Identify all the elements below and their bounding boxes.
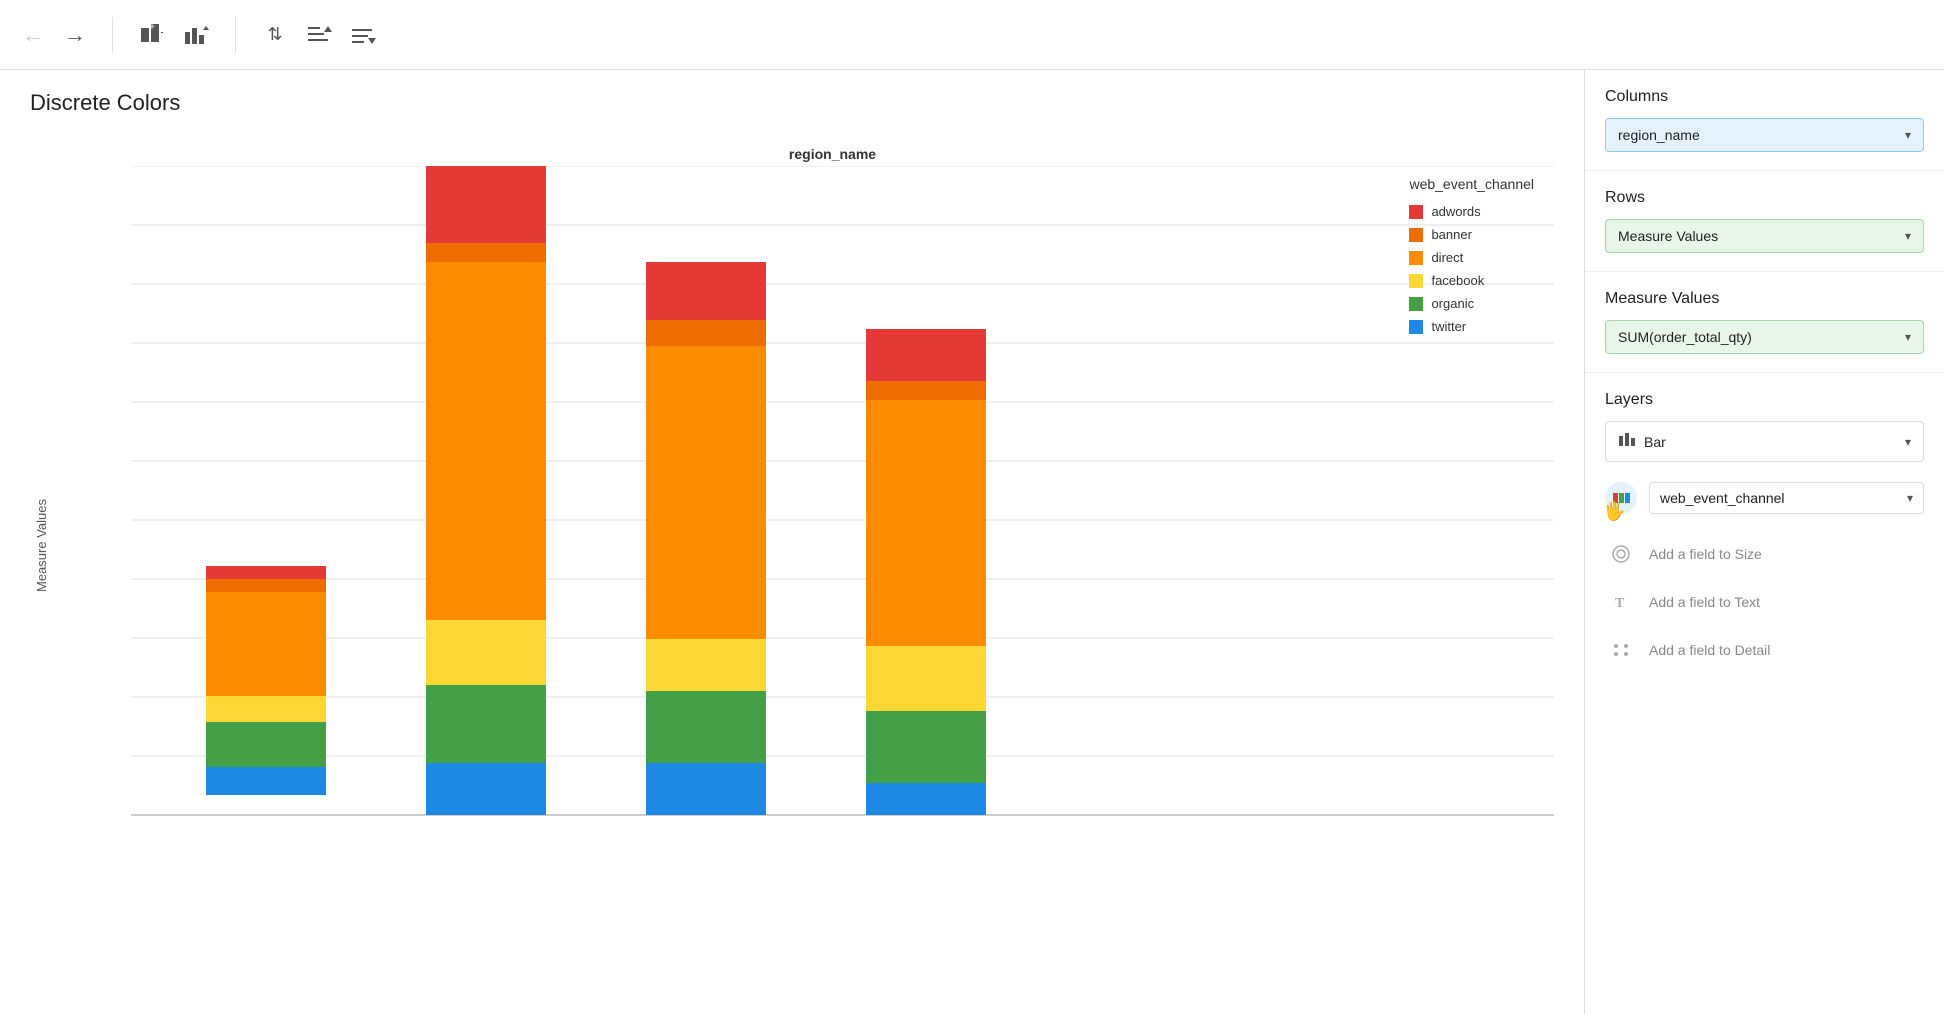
legend-label-facebook: facebook bbox=[1431, 273, 1484, 288]
legend-item-direct: direct bbox=[1409, 250, 1534, 265]
columns-dropdown[interactable]: region_name ▾ bbox=[1605, 118, 1924, 152]
chart-area: Discrete Colors Measure Values region_na… bbox=[0, 70, 1584, 1014]
y-axis-label: Measure Values bbox=[30, 136, 49, 956]
back-button[interactable]: ← bbox=[16, 16, 50, 54]
toolbar-separator-2 bbox=[235, 17, 236, 53]
layer-color-row[interactable]: 🖐 web_event_channel ▾ bbox=[1605, 474, 1924, 522]
layer-field-arrow-icon: ▾ bbox=[1907, 491, 1913, 505]
rows-section: Rows Measure Values ▾ bbox=[1585, 171, 1944, 272]
rows-title: Rows bbox=[1605, 189, 1924, 207]
detail-icon bbox=[1605, 634, 1637, 666]
legend-label-banner: banner bbox=[1431, 227, 1471, 242]
chart-title: Discrete Colors bbox=[30, 90, 1554, 116]
chart-type-button[interactable] bbox=[177, 16, 215, 54]
main-content: Discrete Colors Measure Values region_na… bbox=[0, 70, 1944, 1014]
columns-title: Columns bbox=[1605, 88, 1924, 106]
legend-label-twitter: twitter bbox=[1431, 319, 1466, 334]
legend-item-banner: banner bbox=[1409, 227, 1534, 242]
rows-dropdown[interactable]: Measure Values ▾ bbox=[1605, 219, 1924, 253]
layers-section: Layers Bar ▾ bbox=[1585, 373, 1944, 692]
sort-tools: ⇅ bbox=[256, 16, 382, 54]
columns-arrow-icon: ▾ bbox=[1905, 128, 1911, 142]
sort-fields-button[interactable]: ⇅ bbox=[256, 16, 294, 54]
text-icon: T bbox=[1605, 586, 1637, 618]
add-detail-label: Add a field to Detail bbox=[1649, 642, 1770, 658]
toolbar-separator-1 bbox=[112, 17, 113, 53]
legend-item-organic: organic bbox=[1409, 296, 1534, 311]
bar-chart-icon bbox=[1618, 430, 1636, 453]
size-icon bbox=[1605, 538, 1637, 570]
svg-text:+: + bbox=[149, 22, 155, 33]
bar-type-dropdown[interactable]: Bar ▾ bbox=[1605, 421, 1924, 462]
rows-arrow-icon: ▾ bbox=[1905, 229, 1911, 243]
columns-section: Columns region_name ▾ bbox=[1585, 70, 1944, 171]
columns-value: region_name bbox=[1618, 127, 1700, 143]
legend-item-facebook: facebook bbox=[1409, 273, 1534, 288]
sort-desc-button[interactable] bbox=[344, 16, 382, 54]
legend-title: web_event_channel bbox=[1409, 176, 1534, 192]
chart-svg: 55000000 50000000 45000000 40000000 3500… bbox=[131, 166, 1554, 816]
svg-text:T: T bbox=[1615, 596, 1625, 611]
sort-asc-button[interactable] bbox=[300, 16, 338, 54]
legend-label-adwords: adwords bbox=[1431, 204, 1480, 219]
toolbar: ← → + ⇅ bbox=[0, 0, 1944, 70]
measure-values-arrow-icon: ▾ bbox=[1905, 330, 1911, 344]
bar-type-arrow-icon: ▾ bbox=[1905, 435, 1911, 449]
color-layer-icon: 🖐 bbox=[1605, 482, 1637, 514]
legend-label-organic: organic bbox=[1431, 296, 1474, 311]
twitter-color bbox=[1409, 320, 1423, 334]
add-detail-row[interactable]: Add a field to Detail bbox=[1605, 626, 1924, 674]
legend: web_event_channel adwords banner direct bbox=[1409, 176, 1534, 342]
chart-plot: region_name bbox=[51, 136, 1554, 956]
bar-type-label: Bar bbox=[1644, 434, 1666, 450]
layer-field-value: web_event_channel bbox=[1660, 490, 1785, 506]
adwords-color bbox=[1409, 205, 1423, 219]
banner-color bbox=[1409, 228, 1423, 242]
svg-text:⇅: ⇅ bbox=[267, 24, 282, 44]
add-text-label: Add a field to Text bbox=[1649, 594, 1760, 610]
add-size-label: Add a field to Size bbox=[1649, 546, 1762, 562]
measure-values-title: Measure Values bbox=[1605, 290, 1924, 308]
chart-container: Measure Values region_name bbox=[30, 136, 1554, 956]
organic-color bbox=[1409, 297, 1423, 311]
measure-values-value: SUM(order_total_qty) bbox=[1618, 329, 1752, 345]
legend-item-twitter: twitter bbox=[1409, 319, 1534, 334]
nav-buttons: ← → bbox=[16, 16, 92, 54]
rows-value: Measure Values bbox=[1618, 228, 1718, 244]
chart-inner: region_name bbox=[51, 136, 1554, 956]
add-size-row[interactable]: Add a field to Size bbox=[1605, 530, 1924, 578]
right-sidebar: Columns region_name ▾ Rows Measure Value… bbox=[1584, 70, 1944, 1014]
layers-title: Layers bbox=[1605, 391, 1924, 409]
legend-label-direct: direct bbox=[1431, 250, 1463, 265]
add-text-row[interactable]: T Add a field to Text bbox=[1605, 578, 1924, 626]
direct-color bbox=[1409, 251, 1423, 265]
measure-values-dropdown[interactable]: SUM(order_total_qty) ▾ bbox=[1605, 320, 1924, 354]
measure-values-section: Measure Values SUM(order_total_qty) ▾ bbox=[1585, 272, 1944, 373]
chart-tools: + bbox=[133, 16, 215, 54]
layer-field-dropdown[interactable]: web_event_channel ▾ bbox=[1649, 482, 1924, 514]
add-chart-button[interactable]: + bbox=[133, 16, 171, 54]
legend-item-adwords: adwords bbox=[1409, 204, 1534, 219]
x-axis-title: region_name bbox=[111, 146, 1554, 162]
forward-button[interactable]: → bbox=[58, 16, 92, 54]
facebook-color bbox=[1409, 274, 1423, 288]
